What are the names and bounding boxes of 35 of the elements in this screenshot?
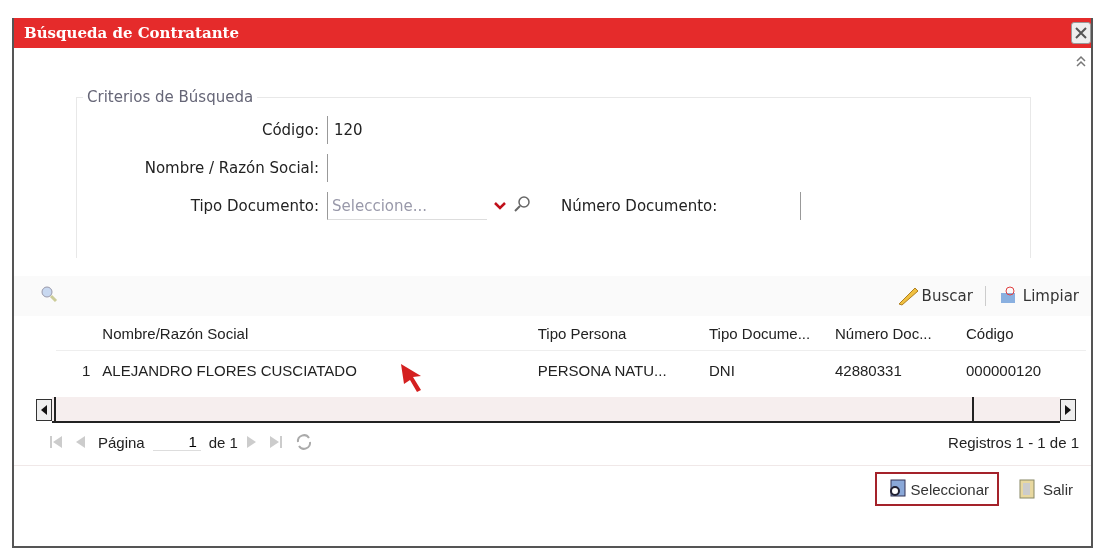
column-header[interactable]: Número Doc... (829, 316, 960, 351)
scroll-right-button[interactable] (1060, 399, 1076, 421)
panel-legend: Criterios de Búsqueda (83, 88, 258, 106)
column-header[interactable]: Nombre/Razón Social (96, 316, 532, 351)
field-label: Tipo Documento: (189, 197, 320, 215)
right-arrow-icon (1065, 405, 1071, 415)
scrollbar-thumb[interactable] (54, 397, 974, 421)
search-icon[interactable] (513, 195, 531, 213)
records-count: Registros 1 - 1 de 1 (948, 433, 1079, 451)
row-number: 1 (56, 350, 97, 389)
window-title: Búsqueda de Contratante (24, 24, 240, 42)
page-label: Página (98, 433, 145, 451)
search-icon (40, 285, 58, 303)
caret-icon[interactable] (493, 201, 507, 211)
toolbar-button[interactable]: Buscar (890, 286, 977, 306)
collapse-icon[interactable] (1075, 54, 1087, 68)
left-arrow-icon (41, 405, 47, 415)
page-count: de 1 (208, 433, 238, 451)
close-icon (1075, 27, 1087, 39)
column-header[interactable]: Tipo Persona (531, 316, 703, 351)
column-header[interactable]: Código (960, 316, 1086, 351)
table-cell: DNI (709, 361, 735, 379)
scroll-left-button[interactable] (36, 399, 52, 421)
dialog-button[interactable]: Seleccionar (874, 472, 999, 506)
close-button[interactable] (1071, 22, 1091, 44)
field-label: Número Documento: (560, 197, 719, 215)
toolbar-button[interactable]: Limpiar (993, 285, 1083, 307)
column-header[interactable]: Tipo Docume... (703, 316, 829, 351)
field-label: Código: (260, 121, 320, 139)
table-cell: ALEJANDRO FLORES CUSCIATADO (102, 361, 357, 379)
dropdown-field[interactable]: Seleccione... (327, 192, 487, 220)
field-label: Nombre / Razón Social: (143, 159, 320, 177)
table-cell: PERSONA NATU... (537, 361, 667, 379)
table-cell: 42880331 (835, 361, 902, 379)
table-cell: 000000120 (966, 361, 1042, 379)
